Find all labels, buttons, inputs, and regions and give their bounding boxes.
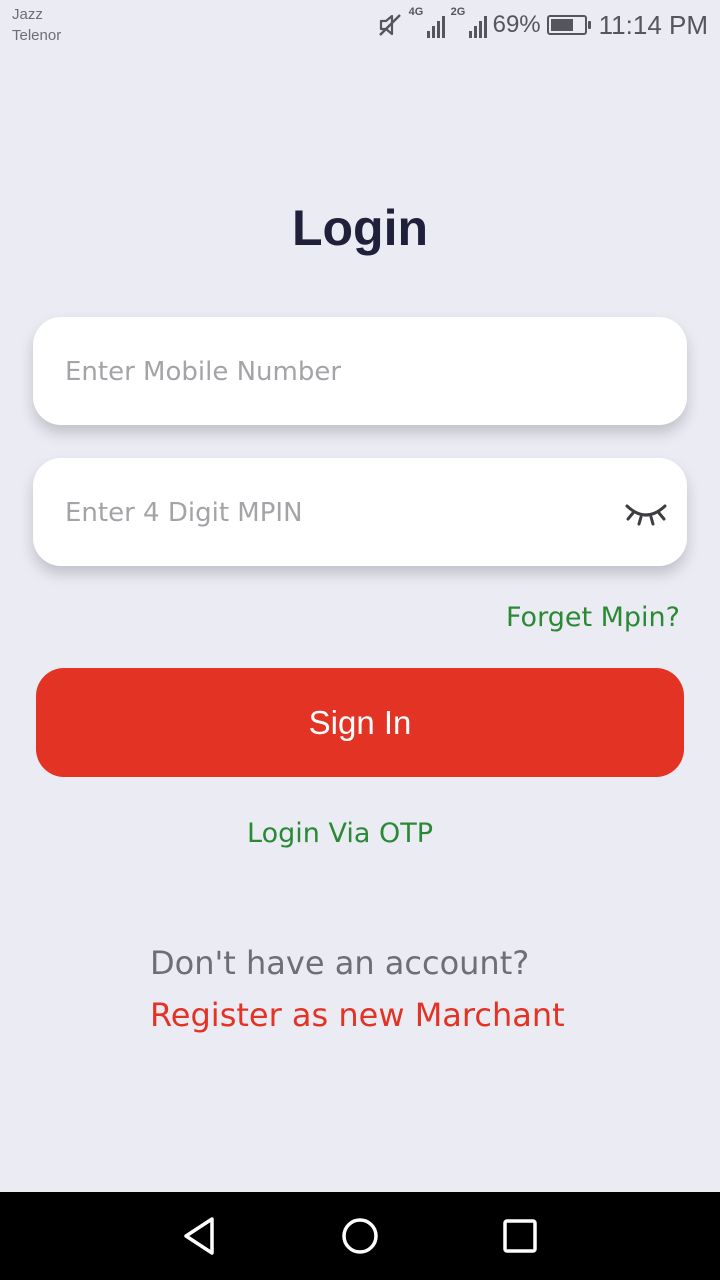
network-type-1: 4G bbox=[408, 6, 424, 18]
mute-icon bbox=[378, 14, 401, 36]
status-bar: Jazz Telenor 4G 2G 69% 11:14 PM bbox=[0, 0, 720, 56]
page-title: Login bbox=[291, 200, 429, 256]
back-icon[interactable] bbox=[174, 1210, 226, 1262]
status-icons: 4G 2G 69% 11:14 PM bbox=[377, 6, 708, 42]
signal-icon: 2G bbox=[451, 6, 487, 40]
signal-icon: 4G bbox=[409, 6, 445, 40]
home-icon[interactable] bbox=[334, 1210, 386, 1262]
carrier-1: Jazz bbox=[12, 6, 43, 23]
eye-closed-icon[interactable] bbox=[623, 496, 669, 528]
battery-fill bbox=[550, 19, 573, 31]
navigation-bar bbox=[0, 1192, 720, 1280]
sign-in-button[interactable]: Sign In bbox=[36, 668, 684, 777]
mobile-number-input[interactable] bbox=[63, 317, 627, 427]
no-account-text: Don't have an account? bbox=[150, 944, 530, 982]
clock: 11:14 PM bbox=[598, 9, 708, 40]
recents-icon[interactable] bbox=[494, 1210, 546, 1262]
register-merchant-link[interactable]: Register as new Marchant bbox=[150, 996, 565, 1034]
carrier-labels: Jazz Telenor bbox=[12, 4, 61, 46]
carrier-2: Telenor bbox=[12, 27, 62, 44]
network-type-2: 2G bbox=[450, 6, 466, 18]
login-via-otp-link[interactable]: Login Via OTP bbox=[0, 818, 680, 849]
mpin-field-container bbox=[33, 458, 687, 568]
forget-mpin-link[interactable]: Forget Mpin? bbox=[506, 602, 680, 633]
mpin-input[interactable] bbox=[63, 458, 627, 568]
battery-percent: 69% bbox=[492, 11, 541, 38]
mobile-field-container bbox=[33, 317, 687, 427]
battery-icon bbox=[546, 15, 591, 35]
